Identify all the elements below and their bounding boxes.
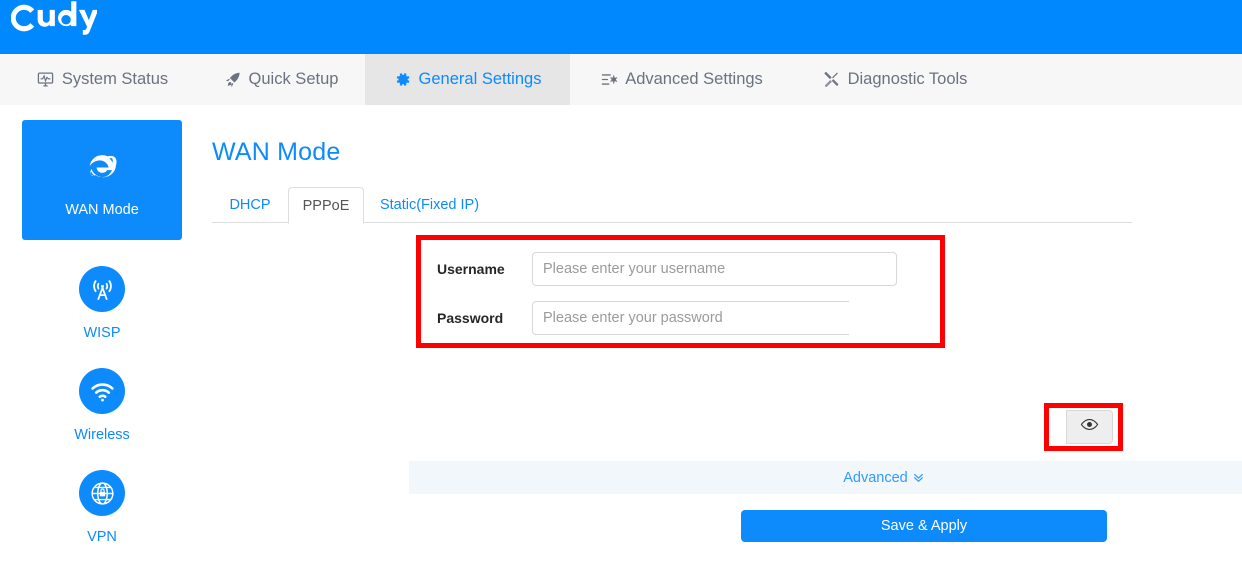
nav-tab-general-settings[interactable]: General Settings [365,54,570,105]
cudy-logo [10,1,99,35]
rocket-icon [224,71,242,89]
sidebar-item-wireless[interactable]: Wireless [22,368,182,443]
eye-icon [1080,415,1099,439]
double-chevron-down-icon[interactable] [912,471,925,484]
globe-lock-icon [79,470,125,516]
toggle-password-visibility-button[interactable] [1066,410,1113,444]
save-and-apply-button[interactable]: Save & Apply [741,510,1107,542]
subtab-label: DHCP [229,197,271,213]
password-label: Password [437,310,504,326]
tools-cross-icon [823,71,841,89]
wan-mode-tabs: DHCP PPPoE Static(Fixed IP) [212,187,1132,224]
advanced-toggle-label[interactable]: Advanced [843,470,908,486]
save-button-label: Save & Apply [880,518,968,534]
nav-tab-label: General Settings [418,70,542,88]
password-row: Password [437,301,849,335]
primary-navigation: System Status Quick Setup General Settin… [0,54,1242,105]
nav-tab-quick-setup[interactable]: Quick Setup [205,54,357,105]
sidebar-item-label: VPN [87,529,117,545]
sidebar-item-vpn[interactable]: VPN [22,470,182,545]
monitor-pulse-icon [37,71,55,89]
subtab-static-fixed-ip[interactable]: Static(Fixed IP) [364,187,495,223]
username-row: Username [437,252,897,286]
radio-tower-icon [79,266,125,312]
nav-tab-label: Quick Setup [248,70,339,88]
page-title: WAN Mode [212,138,341,166]
pppoe-form: Username Password [212,235,1222,353]
sidebar-item-label: WAN Mode [65,202,139,218]
advanced-toggle-bar[interactable]: Advanced [409,461,1242,494]
nav-tab-label: Diagnostic Tools [847,70,968,88]
sliders-gear-icon [600,71,618,89]
username-input[interactable] [532,252,897,286]
subtab-label: Static(Fixed IP) [379,197,480,213]
subtab-label: PPPoE [302,197,350,214]
username-label: Username [437,261,505,277]
app-header [0,0,1242,54]
credentials-highlight-box: Username Password [416,235,945,348]
sidebar-item-label: Wireless [74,427,130,443]
secondary-sidebar: WAN Mode WISP Wireless VPN [22,120,182,545]
sidebar-item-wan-mode[interactable]: WAN Mode [22,120,182,240]
nav-tab-diagnostic-tools[interactable]: Diagnostic Tools [805,54,985,105]
nav-tab-advanced-settings[interactable]: Advanced Settings [585,54,778,105]
gear-icon [394,71,412,89]
nav-tab-label: Advanced Settings [625,70,763,88]
subtab-dhcp[interactable]: DHCP [212,187,288,223]
sidebar-item-label: WISP [83,325,121,341]
internet-explorer-e-icon [79,146,125,188]
password-input[interactable] [532,301,849,335]
nav-tab-label: System Status [61,70,169,88]
subtab-pppoe[interactable]: PPPoE [288,187,364,224]
main-content: WAN Mode DHCP PPPoE Static(Fixed IP) Use… [212,120,1242,542]
sidebar-item-wisp[interactable]: WISP [22,266,182,341]
wifi-icon [79,368,125,414]
nav-tab-system-status[interactable]: System Status [20,54,185,105]
